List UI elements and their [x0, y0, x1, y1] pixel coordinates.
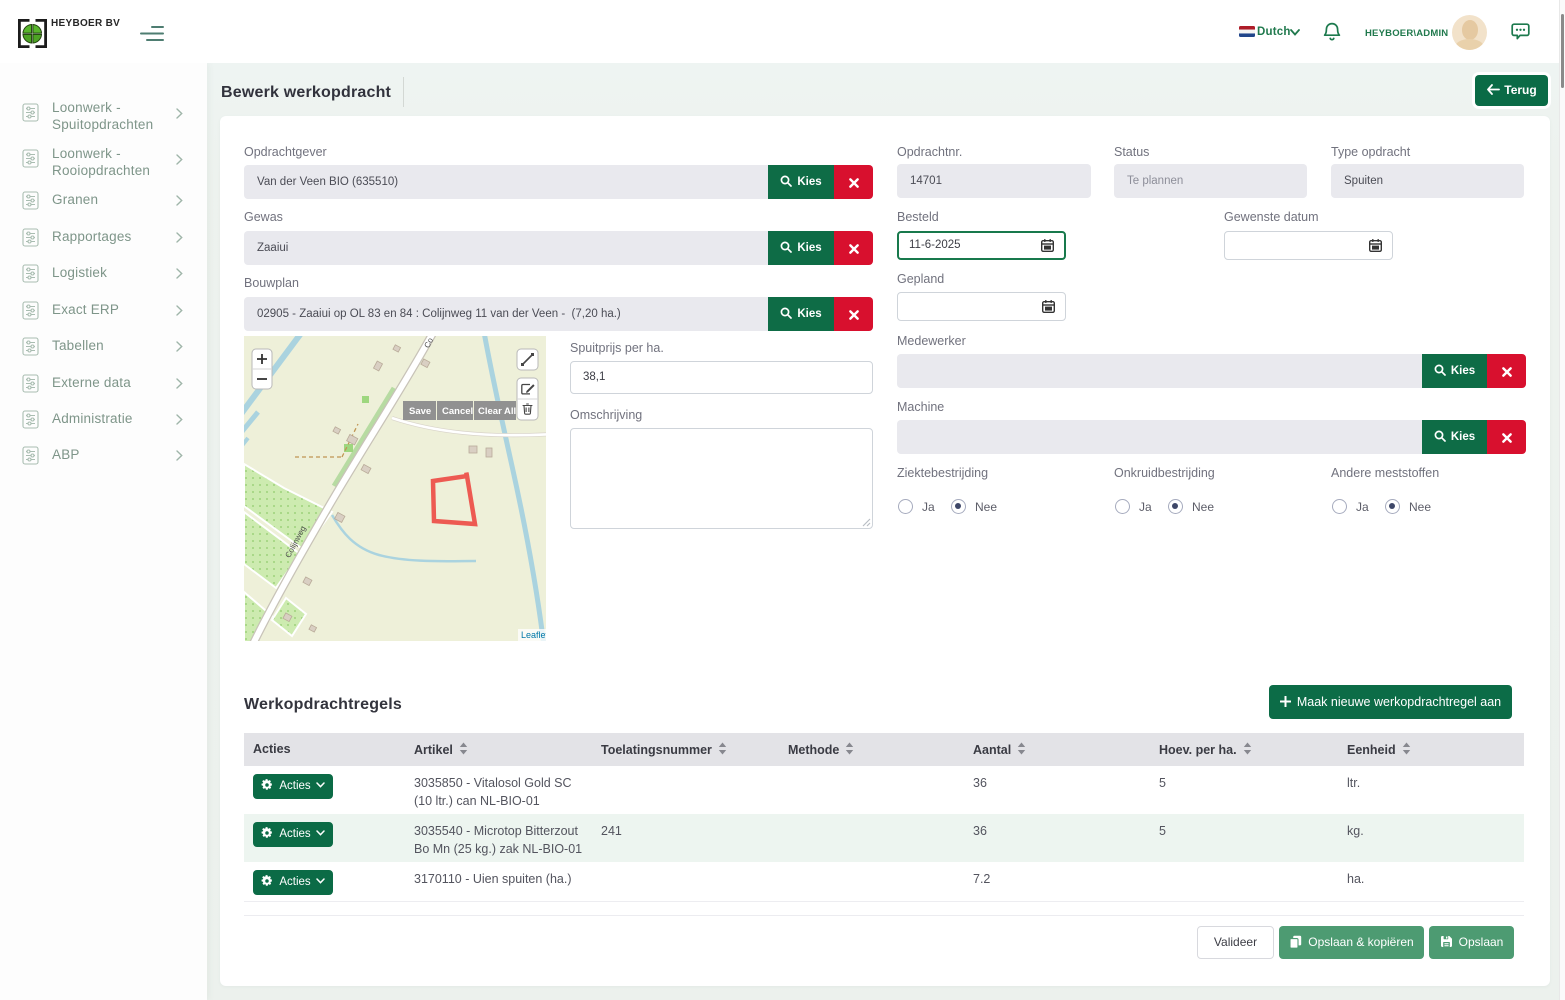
- svg-text:Clear All: Clear All: [478, 406, 516, 417]
- svg-text:Save: Save: [409, 406, 431, 417]
- svg-text:Leaflet: Leaflet: [521, 630, 546, 640]
- svg-text:Cancel: Cancel: [442, 406, 473, 417]
